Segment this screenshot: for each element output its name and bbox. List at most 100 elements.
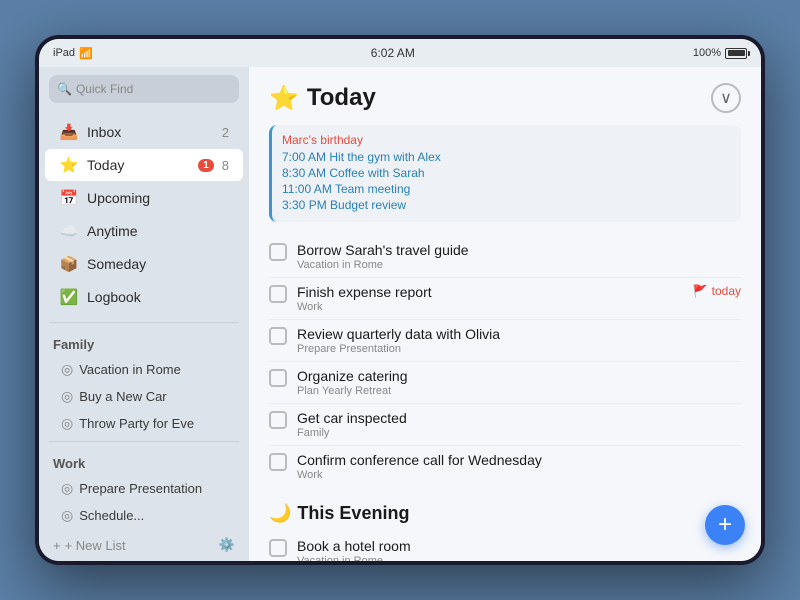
task-subtitle-0: Vacation in Rome [297, 259, 741, 271]
evening-title: This Evening [297, 503, 409, 524]
task-title-3: Organize catering [297, 368, 741, 384]
logbook-icon: ✅ [59, 287, 79, 307]
task-content-0: Borrow Sarah's travel guide Vacation in … [297, 242, 741, 271]
task-checkbox-3[interactable] [269, 369, 287, 387]
status-time: 6:02 AM [371, 46, 415, 60]
today-icon: ⭐ [59, 155, 79, 175]
sidebar-item-today[interactable]: ⭐ Today 1 8 [45, 149, 243, 181]
sidebar-item-logbook[interactable]: ✅ Logbook [45, 281, 243, 313]
wifi-icon: 📶 [79, 47, 93, 60]
task-checkbox-4[interactable] [269, 411, 287, 429]
main-header: ⭐ Today ∨ [269, 83, 741, 113]
task-title-5: Confirm conference call for Wednesday [297, 452, 741, 468]
project-icon-car: ◎ [61, 388, 73, 405]
new-list-label: + New List [65, 538, 126, 553]
flag-icon: 🚩 [693, 284, 708, 298]
anytime-label: Anytime [87, 223, 229, 239]
project-icon-schedule: ◎ [61, 507, 73, 524]
task-subtitle-e0: Vacation in Rome [297, 555, 741, 561]
anytime-icon: ☁️ [59, 221, 79, 241]
table-row: Review quarterly data with Olivia Prepar… [269, 320, 741, 362]
table-row: Book a hotel room Vacation in Rome [269, 532, 741, 561]
list-item-vacation-rome[interactable]: ◎ Vacation in Rome [39, 356, 249, 383]
collapse-button[interactable]: ∨ [711, 83, 741, 113]
add-task-button[interactable]: + [705, 505, 745, 545]
battery-icon [725, 48, 747, 59]
sidebar-divider-1 [49, 322, 239, 323]
today-section-title: ⭐ Today [269, 84, 376, 113]
someday-icon: 📦 [59, 254, 79, 274]
task-checkbox-5[interactable] [269, 453, 287, 471]
task-title-2: Review quarterly data with Olivia [297, 326, 741, 342]
list-item-throw-party[interactable]: ◎ Throw Party for Eve [39, 410, 249, 437]
screen: iPad 📶 6:02 AM 100% 🔍 Quick Find [39, 39, 761, 561]
battery-fill [728, 50, 745, 56]
task-checkbox-1[interactable] [269, 285, 287, 303]
today-label: Today [87, 157, 190, 173]
inbox-count: 2 [222, 125, 229, 140]
plus-icon: + [53, 538, 61, 553]
search-icon: 🔍 [57, 82, 72, 96]
project-icon-party: ◎ [61, 415, 73, 432]
project-icon-vacation: ◎ [61, 361, 73, 378]
search-bar[interactable]: 🔍 Quick Find [49, 75, 239, 103]
device-frame: iPad 📶 6:02 AM 100% 🔍 Quick Find [35, 35, 765, 565]
schedule-label: Schedule... [79, 508, 144, 523]
time-1: 8:30 AM [282, 166, 326, 180]
task-content-2: Review quarterly data with Olivia Prepar… [297, 326, 741, 355]
today-title: Today [307, 84, 376, 112]
buy-car-label: Buy a New Car [79, 389, 166, 404]
search-placeholder: Quick Find [76, 82, 133, 96]
logbook-label: Logbook [87, 289, 229, 305]
sidebar-item-anytime[interactable]: ☁️ Anytime [45, 215, 243, 247]
evening-moon-icon: 🌙 [269, 503, 291, 524]
task-flag-1: 🚩 today [693, 284, 741, 298]
table-row: Borrow Sarah's travel guide Vacation in … [269, 236, 741, 278]
event-3: Budget review [330, 198, 406, 212]
today-count: 8 [222, 158, 229, 173]
task-subtitle-2: Prepare Presentation [297, 343, 741, 355]
sidebar-divider-2 [49, 441, 239, 442]
time-0: 7:00 AM [282, 150, 326, 164]
sidebar-item-inbox[interactable]: 📥 Inbox 2 [45, 116, 243, 148]
status-bar: iPad 📶 6:02 AM 100% [39, 39, 761, 67]
inbox-icon: 📥 [59, 122, 79, 142]
sidebar-item-upcoming[interactable]: 📅 Upcoming [45, 182, 243, 214]
task-checkbox-e0[interactable] [269, 539, 287, 557]
task-content-e0: Book a hotel room Vacation in Rome [297, 538, 741, 561]
task-checkbox-2[interactable] [269, 327, 287, 345]
status-right: 100% [693, 47, 747, 59]
task-checkbox-0[interactable] [269, 243, 287, 261]
app-layout: 🔍 Quick Find 📥 Inbox 2 ⭐ Today 1 8 [39, 67, 761, 561]
gear-icon[interactable]: ⚙️ [219, 537, 235, 553]
plus-icon-fab: + [718, 511, 732, 539]
table-row: Get car inspected Family [269, 404, 741, 446]
table-row: Finish expense report Work 🚩 today [269, 278, 741, 320]
throw-party-label: Throw Party for Eve [79, 416, 194, 431]
list-item-buy-car[interactable]: ◎ Buy a New Car [39, 383, 249, 410]
family-section-header: Family [39, 327, 249, 356]
birthday-event: Marc's birthday [282, 133, 731, 147]
today-star-icon: ⭐ [269, 84, 299, 113]
time-entry-0: 7:00 AM Hit the gym with Alex [282, 150, 731, 164]
upcoming-icon: 📅 [59, 188, 79, 208]
list-item-prepare-presentation[interactable]: ◎ Prepare Presentation [39, 475, 249, 502]
vacation-rome-label: Vacation in Rome [79, 362, 181, 377]
task-title-0: Borrow Sarah's travel guide [297, 242, 741, 258]
time-3: 3:30 PM [282, 198, 327, 212]
upcoming-label: Upcoming [87, 190, 229, 206]
chevron-down-icon: ∨ [720, 88, 732, 108]
main-content: ⭐ Today ∨ Marc's birthday 7:00 AM Hit th… [249, 67, 761, 561]
task-subtitle-4: Family [297, 427, 741, 439]
sidebar-item-someday[interactable]: 📦 Someday [45, 248, 243, 280]
calendar-strip: Marc's birthday 7:00 AM Hit the gym with… [269, 125, 741, 222]
task-group-evening: Book a hotel room Vacation in Rome Read … [269, 532, 741, 561]
new-list-left: + + New List [53, 538, 126, 553]
list-item-schedule[interactable]: ◎ Schedule... [39, 502, 249, 529]
task-content-3: Organize catering Plan Yearly Retreat [297, 368, 741, 397]
flag-text-1: today [712, 284, 741, 298]
someday-label: Someday [87, 256, 229, 272]
time-entry-2: 11:00 AM Team meeting [282, 182, 731, 196]
new-list-button[interactable]: + + New List ⚙️ [39, 529, 249, 561]
time-2: 11:00 AM [282, 182, 332, 196]
